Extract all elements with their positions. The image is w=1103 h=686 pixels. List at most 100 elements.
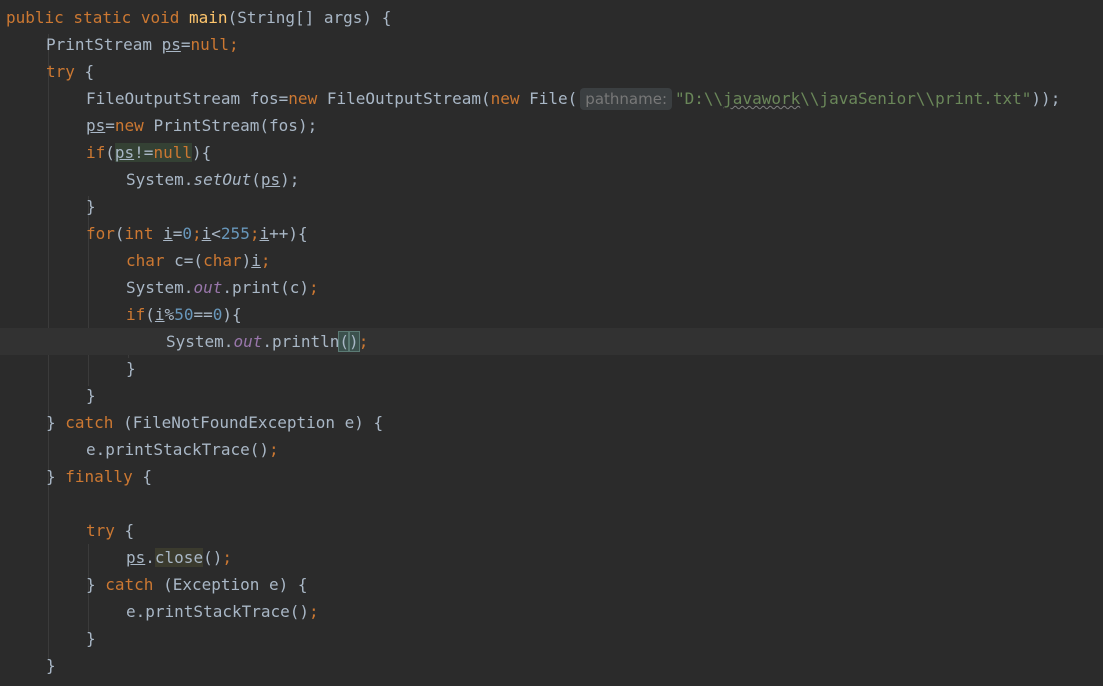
code-variable: i <box>251 251 261 270</box>
code-text: (FileNotFoundException e) { <box>113 413 384 432</box>
code-keyword: try <box>86 521 115 540</box>
code-variable: i <box>259 224 270 243</box>
code-text: } <box>86 575 106 594</box>
matched-paren: ) <box>348 331 360 352</box>
code-text: { <box>74 62 95 81</box>
code-line[interactable]: System.out.print(c); <box>126 274 319 301</box>
code-line[interactable]: FileOutputStream fos=new FileOutputStrea… <box>86 85 1060 112</box>
code-semicolon: ; <box>260 251 271 270</box>
code-variable: i <box>163 224 173 243</box>
code-text: } <box>86 629 96 648</box>
code-keyword: null <box>153 143 192 162</box>
code-text: .println <box>262 332 340 351</box>
code-line[interactable]: public static void main(String[] args) { <box>6 4 391 31</box>
code-line[interactable]: PrintStream ps=null; <box>46 31 239 58</box>
code-line-current[interactable]: System.out.println(); <box>166 328 368 355</box>
code-text: e.printStackTrace() <box>86 440 270 459</box>
code-static-field: out <box>233 332 263 351</box>
code-line[interactable]: ps=new PrintStream(fos); <box>86 112 317 139</box>
code-text: = <box>105 116 115 135</box>
code-text: (String[] args) { <box>227 8 392 27</box>
code-variable: ps <box>126 548 146 567</box>
code-text: = <box>180 35 191 54</box>
code-line[interactable]: } <box>86 625 96 652</box>
code-variable: i <box>154 305 165 324</box>
code-variable: ps <box>260 170 281 189</box>
code-line[interactable]: } catch (FileNotFoundException e) { <box>46 409 383 436</box>
code-keyword: char <box>126 251 165 270</box>
code-text: == <box>193 305 213 324</box>
code-text: < <box>211 224 221 243</box>
code-keyword: finally <box>65 467 133 486</box>
code-semicolon: ; <box>222 548 232 567</box>
code-semicolon: ; <box>309 278 319 297</box>
code-semicolon: ; <box>229 35 239 54</box>
code-text: . <box>145 548 155 567</box>
code-keyword: null <box>190 35 230 54</box>
code-text: ( <box>105 143 115 162</box>
code-line[interactable]: if(ps!=null){ <box>86 139 211 166</box>
code-line[interactable]: e.printStackTrace(); <box>86 436 279 463</box>
code-line[interactable]: } catch (Exception e) { <box>86 571 308 598</box>
code-text: File( <box>519 89 578 108</box>
code-keyword: catch <box>105 575 154 594</box>
code-text: } <box>86 197 96 216</box>
code-line[interactable]: ps.close(); <box>126 544 232 571</box>
code-string: "D:\\javawork\\javaSenior\\print.txt" <box>675 89 1032 108</box>
code-text: } <box>46 467 66 486</box>
code-text: ( <box>114 224 125 243</box>
code-semicolon: ; <box>309 602 319 621</box>
code-line[interactable]: e.printStackTrace(); <box>126 598 319 625</box>
code-method: close <box>154 548 204 567</box>
code-line[interactable]: } <box>46 652 56 679</box>
code-line[interactable]: System.setOut(ps); <box>126 166 299 193</box>
code-keyword: catch <box>65 413 114 432</box>
code-text: = <box>172 224 183 243</box>
code-line[interactable]: } <box>126 355 136 382</box>
code-variable: ps <box>86 116 106 135</box>
code-line[interactable]: char c=(char)i; <box>126 247 271 274</box>
code-keyword: new <box>288 89 318 108</box>
code-text: FileOutputStream fos= <box>86 89 289 108</box>
code-text: c=( <box>164 251 204 270</box>
code-line[interactable]: if(i%50==0){ <box>126 301 242 328</box>
code-line[interactable]: try { <box>86 517 134 544</box>
code-number: 0 <box>182 224 192 243</box>
code-keyword: if <box>126 305 146 324</box>
code-text: } <box>46 656 56 675</box>
code-text: } <box>86 386 96 405</box>
code-text: System. <box>126 170 194 189</box>
code-number: 50 <box>174 305 194 324</box>
code-semicolon: ; <box>358 332 369 351</box>
code-text: } <box>126 359 136 378</box>
code-line[interactable]: } <box>86 382 96 409</box>
code-text: } <box>46 413 66 432</box>
code-text: System. <box>166 332 234 351</box>
code-text: ){ <box>222 305 242 324</box>
code-variable: i <box>201 224 212 243</box>
code-text: (Exception e) { <box>153 575 308 594</box>
method-name: main <box>189 8 228 27</box>
code-text: ( <box>251 170 261 189</box>
code-line[interactable]: try { <box>46 58 94 85</box>
parameter-hint: pathname: <box>580 88 672 110</box>
code-text: ( <box>145 305 155 324</box>
code-text: .print(c) <box>222 278 310 297</box>
code-editor[interactable]: public static void main(String[] args) {… <box>0 0 1103 686</box>
code-line[interactable]: for(int i=0;i<255;i++){ <box>86 220 308 247</box>
code-keyword: if <box>86 143 106 162</box>
code-text: e.printStackTrace() <box>126 602 310 621</box>
code-text: != <box>134 143 154 162</box>
code-keyword: public static void <box>6 8 190 27</box>
code-semicolon: ; <box>192 224 202 243</box>
code-text: ); <box>280 170 300 189</box>
code-line[interactable]: } finally { <box>46 463 152 490</box>
code-text: ){ <box>191 143 212 162</box>
code-text: { <box>132 467 152 486</box>
code-text: PrintStream <box>46 35 162 54</box>
code-keyword: new <box>114 116 144 135</box>
code-keyword: char <box>203 251 242 270</box>
code-number: 255 <box>220 224 250 243</box>
code-keyword: int <box>124 224 164 243</box>
code-line[interactable]: } <box>86 193 96 220</box>
